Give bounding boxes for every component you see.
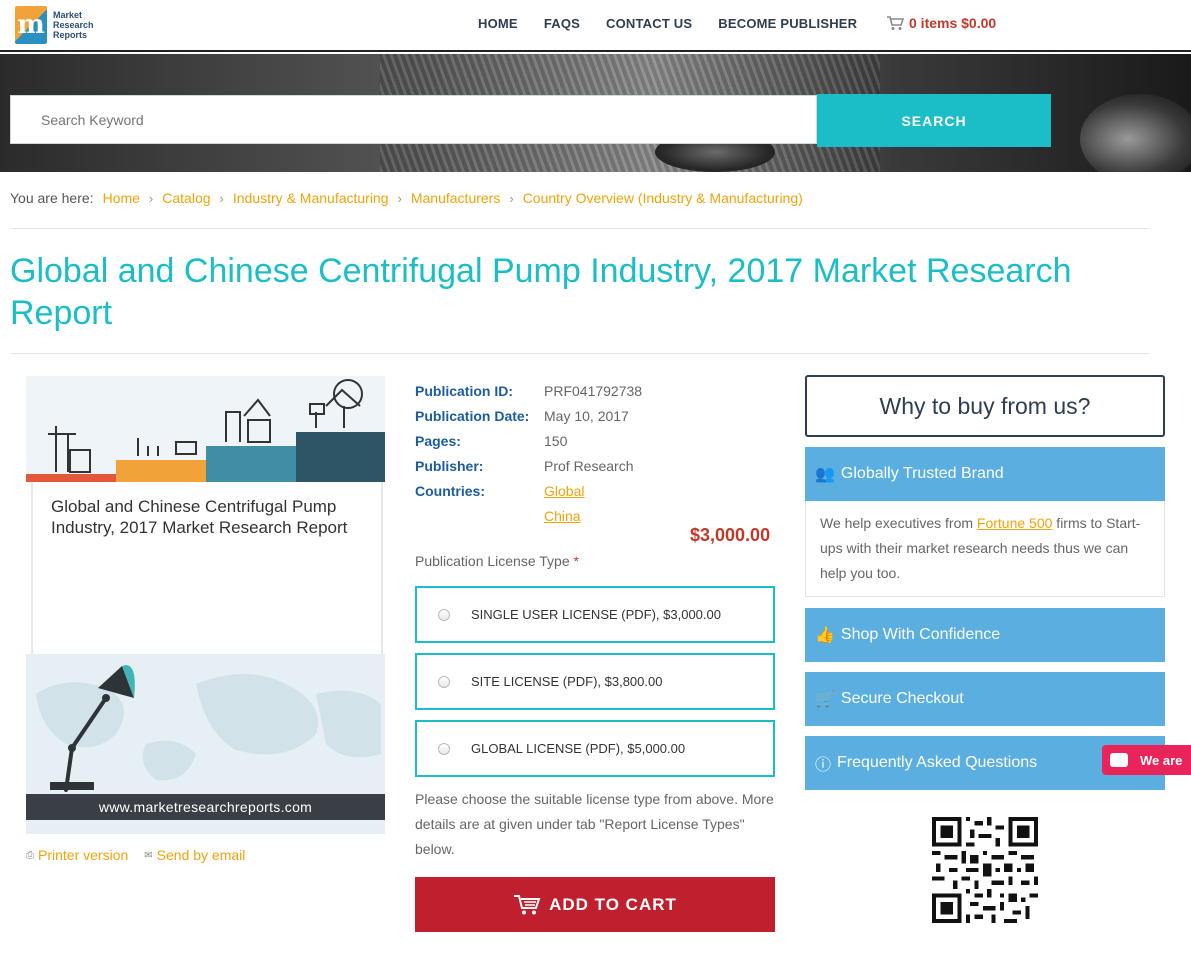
shop-with-confidence-header[interactable]: 👍 Shop With Confidence [805,608,1165,662]
divider [10,228,1150,229]
country-link-china[interactable]: China [544,508,581,524]
search-input[interactable] [10,95,817,144]
radio-button[interactable] [438,608,450,621]
chevron-right-icon: › [509,190,514,206]
breadcrumb: You are here: Home › Catalog › Industry … [10,190,803,206]
divider [10,353,1150,354]
nav-home[interactable]: HOME [478,16,518,31]
nav-faqs[interactable]: FAQS [544,16,580,31]
globally-trusted-brand-header[interactable]: 👥 Globally Trusted Brand [805,447,1165,501]
fortune-500-link[interactable]: Fortune 500 [977,515,1053,531]
header-cart[interactable]: 0 items $0.00 [886,15,996,31]
cat-eye-right [1080,94,1191,172]
publication-date-label: Publication Date: [415,407,530,424]
qr-code-icon [932,817,1038,923]
report-price: $3,000.00 [690,525,771,545]
publication-date-value: May 10, 2017 [544,407,629,424]
thumbs-up-icon: 👍 [815,627,835,644]
breadcrumb-label: You are here: [10,190,94,206]
pages-label: Pages: [415,432,461,449]
search-button[interactable]: SEARCH [817,94,1051,147]
envelope-icon: ✉ [144,849,153,861]
license-option-single-user[interactable]: SINGLE USER LICENSE (PDF), $3,000.00 [415,586,775,643]
printer-icon: ⎙ [26,849,34,861]
publication-id-value: PRF041792738 [544,382,643,399]
report-cover-image: Global and Chinese Centrifugal Pump Indu… [26,376,385,834]
cover-url: www.marketresearchreports.com [26,794,385,820]
license-type-label: Publication License Type * [415,553,579,569]
site-logo[interactable]: m Market Research Reports [15,5,97,45]
world-map-lamp-illustration [26,654,385,794]
license-option-global[interactable]: GLOBAL LICENSE (PDF), $5,000.00 [415,720,775,777]
printer-version-link[interactable]: ⎙ Printer version [26,847,128,863]
nav-contact-us[interactable]: CONTACT US [606,16,692,31]
cart-summary: 0 items $0.00 [909,15,997,31]
country-link-global[interactable]: Global [544,483,584,499]
required-marker: * [573,553,579,569]
license-help-text: Please choose the suitable license type … [415,791,774,857]
countries-label: Countries: [415,482,485,499]
top-header: m Market Research Reports HOME FAQS CONT… [0,0,1191,52]
main-nav: HOME FAQS CONTACT US BECOME PUBLISHER [478,16,883,31]
license-option-site[interactable]: SITE LICENSE (PDF), $3,800.00 [415,653,775,710]
publisher-value: Prof Research [544,457,634,474]
cover-title: Global and Chinese Centrifugal Pump Indu… [51,497,348,537]
publication-id-label: Publication ID: [415,382,513,399]
logo-text: Market Research Reports [53,10,94,40]
why-buy-heading: Why to buy from us? [805,375,1165,437]
add-to-cart-button[interactable]: ADD TO CART [415,877,775,932]
breadcrumb-home[interactable]: Home [103,190,140,206]
secure-checkout-header[interactable]: 🛒 Secure Checkout [805,672,1165,726]
cart-icon [887,15,904,30]
trusted-brand-body: We help executives from Fortune 500 firm… [805,501,1165,597]
cover-title-card: Global and Chinese Centrifugal Pump Indu… [31,482,383,654]
publisher-label: Publisher: [415,457,484,474]
nav-become-publisher[interactable]: BECOME PUBLISHER [718,16,857,31]
breadcrumb-country-overview[interactable]: Country Overview (Industry & Manufacturi… [523,190,803,206]
breadcrumb-manufacturers[interactable]: Manufacturers [411,190,500,206]
radio-button[interactable] [438,742,450,755]
breadcrumb-industry[interactable]: Industry & Manufacturing [233,190,389,206]
users-icon: 👥 [815,466,835,483]
chat-bubble-icon [1110,753,1128,767]
chevron-right-icon: › [397,190,402,206]
send-by-email-link[interactable]: ✉ Send by email [144,847,245,863]
chevron-right-icon: › [219,190,224,206]
breadcrumb-catalog[interactable]: Catalog [162,190,210,206]
live-chat-tab[interactable]: We are [1102,745,1191,775]
chevron-right-icon: › [148,190,154,206]
share-links: ⎙ Printer version ✉ Send by email [26,847,261,863]
cart-icon [514,894,541,914]
pages-value: 150 [544,432,568,449]
question-circle-icon: ⓘ [815,757,832,774]
radio-button[interactable] [438,675,450,688]
publication-details: Publication ID: PRF041792738 Publication … [415,378,642,528]
page-title: Global and Chinese Centrifugal Pump Indu… [10,252,1072,332]
logo-mark-icon: m [15,6,47,44]
cart-icon: 🛒 [815,691,835,708]
industry-illustration [26,376,385,482]
